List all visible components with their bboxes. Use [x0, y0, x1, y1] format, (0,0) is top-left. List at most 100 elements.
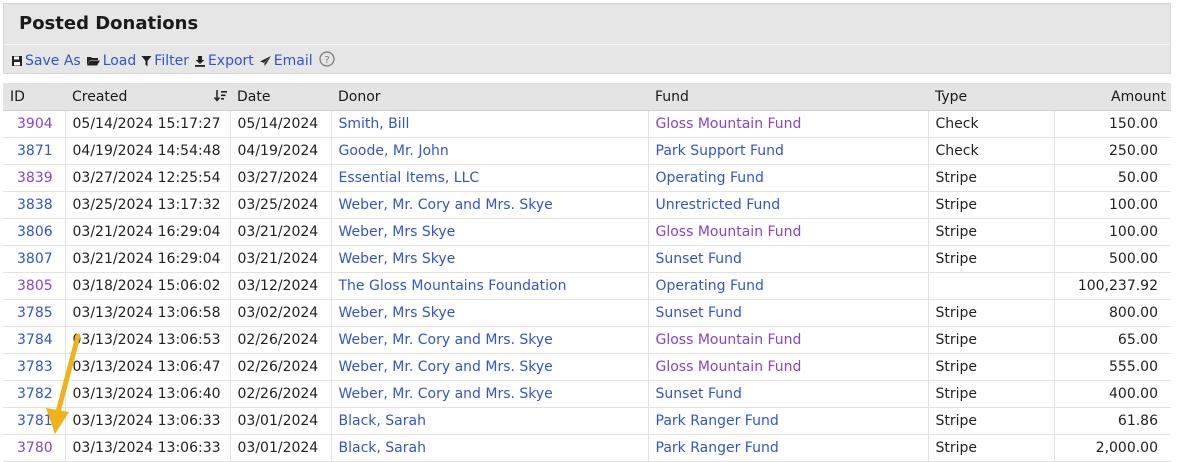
date-cell-cell: 03/01/2024 — [230, 407, 332, 435]
fund-link[interactable]: Sunset Fund — [656, 251, 742, 267]
donor-link[interactable]: Weber, Mr. Cory and Mrs. Skye — [339, 197, 553, 213]
table-row: 3807 03/21/2024 16:29:04 03/21/2024 Weber, … — [3, 245, 1171, 273]
donation-id-cell[interactable]: 3805 — [3, 272, 66, 300]
donation-id-link[interactable]: 3805 — [17, 278, 53, 294]
column-header-created[interactable]: Created — [65, 83, 230, 111]
type-cell-cell: Check — [928, 110, 1055, 138]
donor-cell[interactable]: Weber, Mr. Cory and Mrs. Skye — [331, 191, 649, 219]
fund-cell[interactable]: Park Ranger Fund — [648, 434, 929, 462]
donor-link[interactable]: Weber, Mrs Skye — [339, 305, 456, 321]
donor-cell[interactable]: Smith, Bill — [331, 110, 649, 138]
fund-cell[interactable]: Gloss Mountain Fund — [648, 326, 929, 354]
donor-cell[interactable]: Weber, Mrs Skye — [331, 245, 649, 273]
fund-link[interactable]: Gloss Mountain Fund — [656, 359, 802, 375]
column-header-amount[interactable]: Amount — [1054, 83, 1171, 111]
save-icon — [12, 56, 22, 66]
fund-cell[interactable]: Sunset Fund — [648, 380, 929, 408]
fund-link[interactable]: Gloss Mountain Fund — [656, 224, 802, 240]
fund-cell[interactable]: Unrestricted Fund — [648, 191, 929, 219]
column-header-type[interactable]: Type — [928, 83, 1054, 111]
donation-id-cell[interactable]: 3838 — [3, 191, 66, 219]
donor-link[interactable]: Smith, Bill — [339, 116, 410, 132]
donor-cell[interactable]: Weber, Mr. Cory and Mrs. Skye — [331, 380, 649, 408]
donation-id-link[interactable]: 3871 — [17, 143, 53, 159]
donation-id-link[interactable]: 3785 — [17, 305, 53, 321]
donor-link[interactable]: Weber, Mrs Skye — [339, 251, 456, 267]
sort-descending-icon[interactable] — [214, 89, 228, 103]
type-cell-cell: Stripe — [928, 407, 1055, 435]
donor-link[interactable]: Goode, Mr. John — [339, 143, 449, 159]
donation-id-link[interactable]: 3780 — [17, 440, 53, 456]
donor-link[interactable]: Weber, Mrs Skye — [339, 224, 456, 240]
donor-cell[interactable]: Weber, Mr. Cory and Mrs. Skye — [331, 353, 649, 381]
type-cell-cell: Stripe — [928, 326, 1055, 354]
donor-cell[interactable]: Goode, Mr. John — [331, 137, 649, 165]
column-header-date[interactable]: Date — [230, 83, 331, 111]
donor-cell[interactable]: Weber, Mrs Skye — [331, 299, 649, 327]
donation-id-cell[interactable]: 3785 — [3, 299, 66, 327]
date-cell: 02/26/2024 — [237, 359, 319, 375]
fund-link[interactable]: Sunset Fund — [656, 305, 742, 321]
amount-cell: 2,000.00 — [1095, 440, 1158, 456]
donation-id-link[interactable]: 3807 — [17, 251, 53, 267]
donation-id-cell[interactable]: 3807 — [3, 245, 66, 273]
donor-cell[interactable]: The Gloss Mountains Foundation — [331, 272, 649, 300]
amount-cell-cell: 400.00 — [1054, 380, 1171, 408]
fund-link[interactable]: Gloss Mountain Fund — [656, 116, 802, 132]
donation-id-cell[interactable]: 3871 — [3, 137, 66, 165]
donor-link[interactable]: Black, Sarah — [339, 440, 426, 456]
load-button[interactable]: Load — [86, 53, 136, 69]
created-cell: 03/13/2024 13:06:33 — [72, 440, 221, 456]
donation-id-cell[interactable]: 3806 — [3, 218, 66, 246]
save-as-button[interactable]: Save As — [11, 53, 81, 69]
fund-link[interactable]: Gloss Mountain Fund — [656, 332, 802, 348]
fund-cell[interactable]: Gloss Mountain Fund — [648, 218, 929, 246]
fund-cell[interactable]: Operating Fund — [648, 272, 929, 300]
fund-link[interactable]: Unrestricted Fund — [656, 197, 781, 213]
fund-link[interactable]: Park Ranger Fund — [656, 440, 779, 456]
fund-cell[interactable]: Operating Fund — [648, 164, 929, 192]
column-header-fund[interactable]: Fund — [648, 83, 928, 111]
fund-cell[interactable]: Gloss Mountain Fund — [648, 110, 929, 138]
donation-id-link[interactable]: 3839 — [17, 170, 53, 186]
created-cell-cell: 03/13/2024 13:06:33 — [65, 407, 231, 435]
fund-link[interactable]: Sunset Fund — [656, 386, 742, 402]
donor-link[interactable]: Black, Sarah — [339, 413, 426, 429]
type-cell: Stripe — [935, 440, 978, 456]
fund-cell[interactable]: Gloss Mountain Fund — [648, 353, 929, 381]
fund-link[interactable]: Park Support Fund — [656, 143, 784, 159]
donor-cell[interactable]: Black, Sarah — [331, 407, 649, 435]
help-icon[interactable]: ? — [319, 51, 335, 71]
filter-button[interactable]: Filter — [141, 53, 189, 69]
fund-cell[interactable]: Park Support Fund — [648, 137, 929, 165]
donor-cell[interactable]: Essential Items, LLC — [331, 164, 649, 192]
donor-link[interactable]: Weber, Mr. Cory and Mrs. Skye — [339, 386, 553, 402]
date-cell-cell: 05/14/2024 — [230, 110, 332, 138]
donation-id-link[interactable]: 3904 — [17, 116, 53, 132]
fund-link[interactable]: Operating Fund — [656, 170, 764, 186]
donor-cell[interactable]: Black, Sarah — [331, 434, 649, 462]
export-button[interactable]: Export — [194, 53, 254, 69]
column-header-id[interactable]: ID — [3, 83, 65, 111]
fund-link[interactable]: Park Ranger Fund — [656, 413, 779, 429]
created-cell: 03/13/2024 13:06:47 — [72, 359, 221, 375]
fund-cell[interactable]: Sunset Fund — [648, 245, 929, 273]
fund-link[interactable]: Operating Fund — [656, 278, 764, 294]
donor-link[interactable]: Weber, Mr. Cory and Mrs. Skye — [339, 332, 553, 348]
table-row: 3780 03/13/2024 13:06:33 03/01/2024 Black, … — [3, 434, 1171, 462]
donation-id-link[interactable]: 3806 — [17, 224, 53, 240]
fund-cell[interactable]: Sunset Fund — [648, 299, 929, 327]
type-cell-cell: Stripe — [928, 218, 1055, 246]
fund-cell[interactable]: Park Ranger Fund — [648, 407, 929, 435]
donor-cell[interactable]: Weber, Mr. Cory and Mrs. Skye — [331, 326, 649, 354]
donation-id-cell[interactable]: 3904 — [3, 110, 66, 138]
donor-link[interactable]: The Gloss Mountains Foundation — [339, 278, 567, 294]
donor-link[interactable]: Essential Items, LLC — [339, 170, 480, 186]
donation-id-cell[interactable]: 3839 — [3, 164, 66, 192]
created-cell: 03/21/2024 16:29:04 — [72, 224, 221, 240]
donor-link[interactable]: Weber, Mr. Cory and Mrs. Skye — [339, 359, 553, 375]
donor-cell[interactable]: Weber, Mrs Skye — [331, 218, 649, 246]
email-button[interactable]: Email — [259, 53, 313, 69]
donation-id-link[interactable]: 3838 — [17, 197, 53, 213]
column-header-donor[interactable]: Donor — [331, 83, 648, 111]
